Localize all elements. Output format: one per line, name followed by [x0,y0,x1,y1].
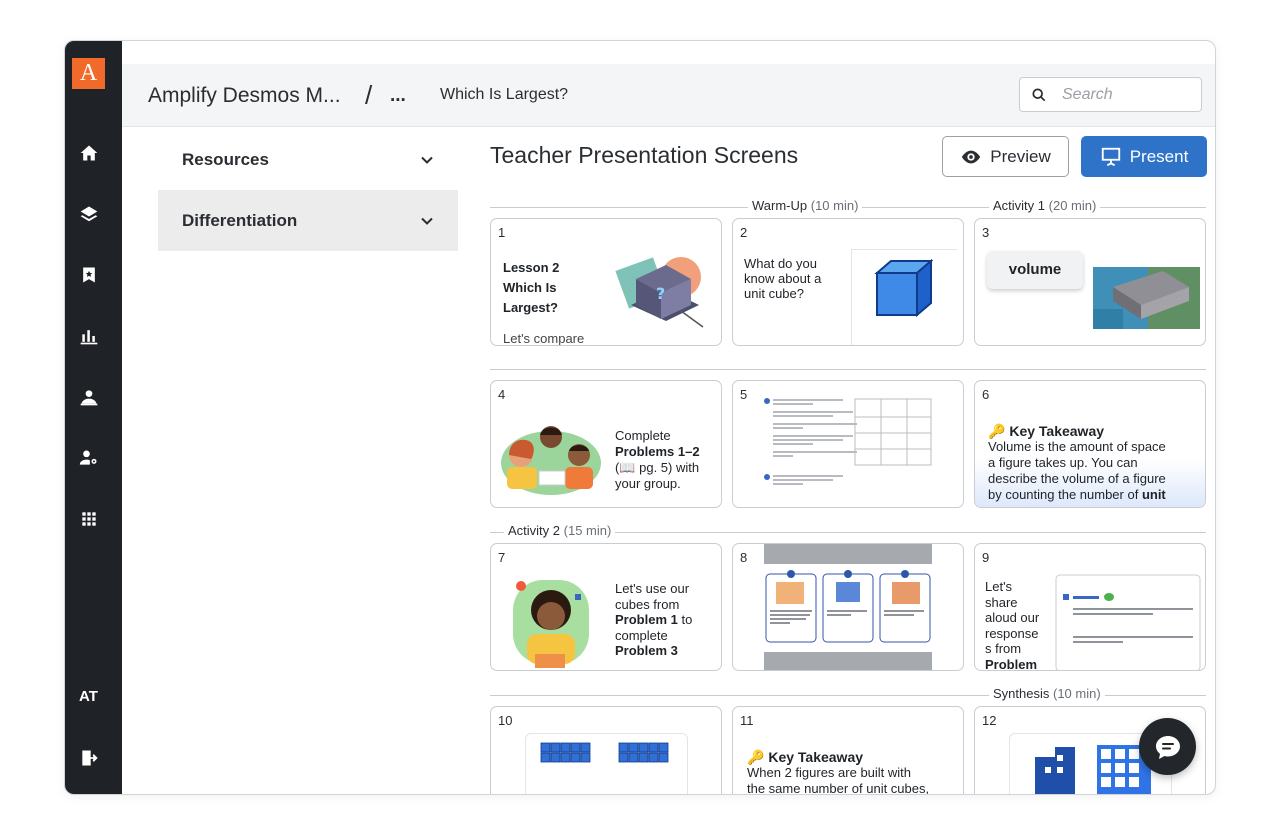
breadcrumb-lesson: Which Is Largest? [440,86,569,103]
screen-card-3[interactable]: 3 volume [974,218,1206,346]
screen-card-9[interactable]: 9 Let's share aloud our response s from Prob… [974,543,1206,671]
student-cubes-illustration [513,580,589,668]
chat-button[interactable] [1139,718,1196,775]
page-title: Teacher Presentation Screens [490,142,799,168]
breadcrumb-course[interactable]: Amplify Desmos M... [148,84,341,108]
key-icon: 🔑 [988,423,1006,439]
layers-icon[interactable] [75,200,103,228]
segment-label-warmup: Warm-Up (10 min) [748,198,863,213]
accordion-label: Resources [182,149,269,169]
card-text: What do you know about a unit cube? [744,256,822,301]
accordion-label: Differentiation [182,210,298,230]
chevron-down-icon [421,217,433,225]
card-text: 🔑 Key Takeaway Volume is the amount of s… [988,423,1166,502]
presentation-icon [1101,147,1120,166]
accordion-differentiation[interactable]: Differentiation [158,190,458,251]
screen-card-4[interactable]: 4 Complete Problems 1–2 (📖 pg. 5) with your… [490,380,722,508]
aerial-city-photo [1093,267,1200,329]
home-icon[interactable] [75,139,103,167]
app-window: A AT Amplify Desmos M... / ... Which Is … [64,40,1216,795]
apps-icon[interactable] [75,505,103,533]
breadcrumb-more[interactable]: ... [390,85,406,107]
unit-cube-illustration [874,259,933,318]
segment-label-activity2: Activity 2 (15 min) [504,523,616,538]
chart-icon[interactable] [75,322,103,350]
worksheet-thumbnail [764,398,932,485]
bookmark-icon[interactable] [75,261,103,289]
user-avatar[interactable]: AT [65,688,112,705]
steps-thumbnail [765,570,931,643]
card-subtitle: Let's compare [503,331,585,346]
cube-rows-illustration [540,742,669,763]
search-input[interactable] [1062,84,1192,106]
svg-text:?: ? [656,284,665,303]
amplify-logo[interactable]: A [72,58,105,89]
accordion-resources[interactable]: Resources [158,129,458,190]
screen-card-1[interactable]: 1 Lesson 2 Which Is Largest? Let's compare… [490,218,722,346]
nav-rail: A AT [65,41,122,794]
logout-icon[interactable] [75,744,103,772]
key-icon: 🔑 [747,749,765,765]
screen-card-7[interactable]: 7 Let's use our cubes from Problem 1 to c… [490,543,722,671]
screen-card-2[interactable]: 2 What do you know about a unit cube? [732,218,964,346]
resource-sidebar: Resources Differentiation [158,129,458,251]
card-text: Let's use our cubes from Problem 1 to com… [615,581,693,658]
card-text: Complete Problems 1–2 (📖 pg. 5) with your g… [615,428,700,491]
screen-card-8[interactable]: 8 [732,543,964,671]
search-icon [1032,88,1046,102]
chevron-down-icon [421,156,433,164]
eye-icon [962,150,981,163]
top-bar: Amplify Desmos M... / ... Which Is Large… [122,64,1215,127]
segment-label-synthesis: Synthesis (10 min) [989,686,1105,701]
slide-band [764,544,932,564]
segment-label-activity1: Activity 1 (20 min) [989,198,1101,213]
students-group-illustration [501,426,601,495]
teacher-icon[interactable] [75,383,103,411]
screen-card-11[interactable]: 11 🔑 Key Takeaway When 2 figures are bui… [732,706,964,795]
admin-icon[interactable] [75,444,103,472]
vocab-word: volume [987,251,1083,289]
preview-button[interactable]: Preview [942,136,1069,177]
search-box[interactable] [1019,77,1202,112]
card-title: Lesson 2 Which Is Largest? [503,260,560,315]
slide-band [764,652,932,670]
mystery-box-illustration: ? [615,257,704,328]
breadcrumb-separator: / [365,80,373,110]
card-text: 🔑 Key Takeaway When 2 figures are built … [747,749,930,795]
present-button[interactable]: Present [1081,136,1207,177]
card-text: Let's share aloud our response s from Proble… [985,579,1040,669]
screen-card-6[interactable]: 6 🔑 Key Takeaway Volume is the amount of… [974,380,1206,508]
segment-divider [490,369,1206,370]
chat-icon [1155,735,1180,759]
screen-card-10[interactable]: 10 [490,706,722,794]
screen-card-5[interactable]: 5 [732,380,964,508]
discuss-thumbnail [1055,574,1201,670]
